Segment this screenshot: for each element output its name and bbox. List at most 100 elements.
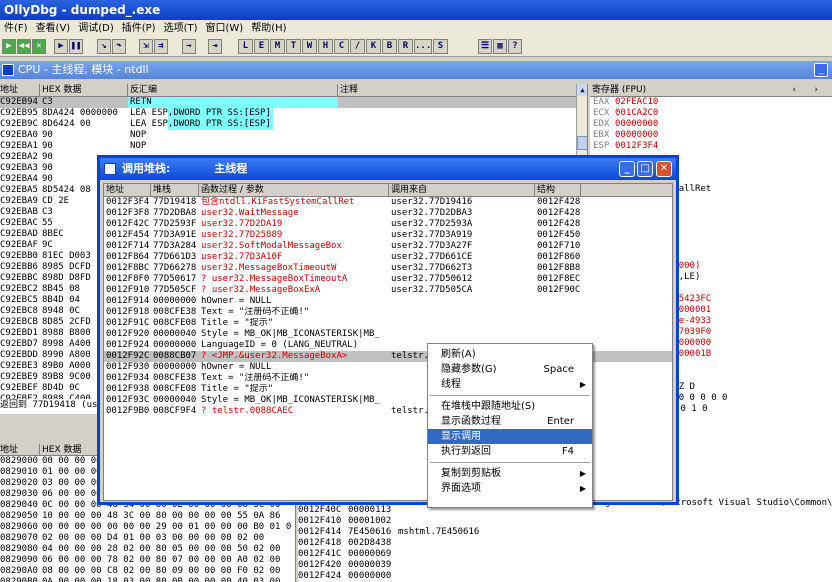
call-stack-row[interactable]: 0012F8F0 77D50617 ? user32.MessageBoxTimeo… — [104, 274, 672, 285]
reg-prev-icon[interactable]: ‹ — [792, 84, 796, 96]
close-icon[interactable]: ✕ — [656, 161, 672, 177]
col-disasm[interactable]: 反汇编 — [128, 84, 338, 96]
cs-col-frame[interactable]: 结构 — [535, 184, 581, 196]
memory-window-button[interactable]: M — [270, 39, 285, 54]
windows-window-button[interactable]: W — [302, 39, 317, 54]
menu-item[interactable]: 显示调用 — [428, 429, 592, 444]
help-icon[interactable]: ? — [508, 39, 522, 54]
stack-row[interactable]: 0012F414 7E450616 mshtml.7E450616 — [298, 527, 594, 538]
menu-debug[interactable]: 调试(D) — [74, 20, 118, 37]
pause-icon[interactable]: ❚❚ — [69, 39, 83, 54]
menu-item[interactable]: 线程 ▶ — [428, 377, 592, 392]
cs-col-procedure[interactable]: 函数过程 / 参数 — [199, 184, 389, 196]
call-stack-row[interactable]: 0012F920 00000040 Style = MB_OK|MB_ICONAS… — [104, 329, 672, 340]
cpu-window-button[interactable]: C — [334, 39, 349, 54]
dump-row[interactable]: 0829060 00 00 00 00 00 00 00 29 00 01 00 … — [0, 522, 295, 533]
disasm-row[interactable]: C92EBA0 90 NOP — [0, 130, 587, 141]
stack-row[interactable]: 0012F418 002D8438 — [298, 538, 594, 549]
run-icon[interactable]: ▶ — [54, 39, 68, 54]
trace-over-icon[interactable]: ⇉ — [154, 39, 168, 54]
cs-col-stack[interactable]: 堆栈 — [151, 184, 199, 196]
stack-row[interactable]: 0012F424 00000000 — [298, 571, 594, 582]
handles-window-button[interactable]: H — [318, 39, 333, 54]
list-icon[interactable]: ☰ — [478, 39, 492, 54]
step-over-icon[interactable]: ↷ — [112, 39, 126, 54]
register-row[interactable]: EBX 00000000 — [593, 130, 832, 141]
options-icon[interactable]: ▦ — [493, 39, 507, 54]
log-window-button[interactable]: L — [238, 39, 253, 54]
call-stack-row[interactable]: 0012F454 77D3A91E user32.77D25889 user32.77… — [104, 230, 672, 241]
close-icon[interactable]: ✕ — [32, 39, 46, 54]
call-stack-title-bar[interactable]: 调用堆栈: 主线程 _ □ ✕ — [100, 158, 676, 180]
maximize-icon[interactable]: □ — [637, 161, 653, 177]
register-row[interactable]: ECX 001CA2C0 — [593, 108, 832, 119]
stack-row[interactable]: 0012F41C 00000069 — [298, 549, 594, 560]
call-stack-row[interactable]: 0012F918 008CFE38 Text = "注册码不正确!" — [104, 307, 672, 318]
dump-row[interactable]: 08290A0 08 00 00 00 C8 02 00 80 09 00 00 … — [0, 566, 295, 577]
call-stack-row[interactable]: 0012F3F8 77D2DBA8 user32.WaitMessage user32… — [104, 208, 672, 219]
threads-window-button[interactable]: T — [286, 39, 301, 54]
patches-window-button[interactable]: / — [350, 39, 365, 54]
disasm-row[interactable]: C92EB95 8DA424 0000000 LEA ESP,DWORD PTR S… — [0, 108, 587, 119]
stack-row[interactable]: 0012F420 00000039 — [298, 560, 594, 571]
dump-row[interactable]: 08290B0 0A 00 00 00 18 03 00 80 0B 00 00 … — [0, 577, 295, 582]
dump-col-address[interactable]: 地址 — [0, 444, 40, 455]
call-stack-row[interactable]: 0012F910 77D505CF ? user32.MessageBoxExA us… — [104, 285, 672, 296]
scroll-thumb[interactable] — [577, 136, 587, 150]
menu-item[interactable]: 在堆栈中跟随地址(S) — [428, 399, 592, 414]
scroll-up-icon[interactable]: ▲ — [577, 84, 587, 96]
register-row[interactable]: EAX 02FEAC10 — [593, 97, 832, 108]
register-row[interactable]: EDX 00000000 — [593, 119, 832, 130]
menu-item[interactable]: 界面选项 ▶ — [428, 481, 592, 496]
goto-icon[interactable]: ⇥ — [208, 39, 222, 54]
dump-row[interactable]: 0829080 04 00 00 00 28 02 00 80 05 00 00 … — [0, 544, 295, 555]
menu-item[interactable]: 隐藏参数(G) Space — [428, 362, 592, 377]
disasm-address: C92EBBC — [0, 273, 38, 283]
breakpoints-window-button[interactable]: B — [382, 39, 397, 54]
call-stack-row[interactable]: 0012F8BC 77D66278 user32.MessageBoxTimeout… — [104, 263, 672, 274]
menu-item[interactable]: 显示函数过程 Enter — [428, 414, 592, 429]
menu-item[interactable]: 刷新(A) — [428, 347, 592, 362]
dump-row[interactable]: 0829070 02 00 00 00 D4 01 00 03 00 00 00 … — [0, 533, 295, 544]
call-stack-row[interactable]: 0012F42C 77D2593F user32.77D2DA19 user32.77… — [104, 219, 672, 230]
disasm-row[interactable]: C92EB94 C3 RETN — [0, 97, 587, 108]
col-comment[interactable]: 注释 — [338, 84, 568, 96]
cs-col-called-from[interactable]: 调用来自 — [389, 184, 535, 196]
menu-options[interactable]: 选项(T) — [160, 20, 202, 37]
disasm-row[interactable]: C92EB9C 8D6424 00 LEA ESP,DWORD PTR SS:[ES… — [0, 119, 587, 130]
run-trace-window-button[interactable]: ... — [414, 39, 432, 54]
trace-into-icon[interactable]: ⇲ — [139, 39, 153, 54]
callstack-window-button[interactable]: K — [366, 39, 381, 54]
cs-col-address[interactable]: 地址 — [104, 184, 151, 196]
execute-till-return-icon[interactable]: → — [182, 39, 196, 54]
reg-next-icon[interactable]: › — [814, 84, 818, 96]
references-window-button[interactable]: R — [398, 39, 413, 54]
dump-row[interactable]: 0829090 06 00 00 00 78 02 00 80 07 00 00 … — [0, 555, 295, 566]
col-hex[interactable]: HEX 数据 — [40, 84, 128, 96]
dump-row[interactable]: 0829050 10 00 00 00 48 3C 00 80 00 00 00 … — [0, 511, 295, 522]
source-window-button[interactable]: S — [433, 39, 448, 54]
menu-help[interactable]: 帮助(H) — [247, 20, 290, 37]
menu-item[interactable]: 执行到返回 F4 — [428, 444, 592, 459]
call-stack-row[interactable]: 0012F914 00000000 hOwner = NULL — [104, 296, 672, 307]
call-stack-row[interactable]: 0012F714 77D3A284 user32.SoftModalMessageB… — [104, 241, 672, 252]
call-stack-row[interactable]: 0012F3F4 77D19418 包含ntdll.KiFastSystemCall… — [104, 197, 672, 208]
menu-view[interactable]: 查看(V) — [32, 20, 75, 37]
menu-item[interactable]: 复制到剪贴板 ▶ — [428, 466, 592, 481]
open-icon[interactable]: ▶ — [2, 39, 16, 54]
register-row[interactable]: ESP 0012F3F4 — [593, 141, 832, 152]
call-stack-row[interactable]: 0012F91C 008CFE08 Title = "提示" — [104, 318, 672, 329]
disasm-row[interactable]: C92EBA1 90 NOP — [0, 141, 587, 152]
minimize-icon[interactable]: _ — [814, 63, 828, 77]
minimize-icon[interactable]: _ — [619, 161, 635, 177]
menu-window[interactable]: 窗口(W) — [202, 20, 248, 37]
context-menu[interactable]: 刷新(A) 隐藏参数(G) Space 线程 ▶ 在堆栈中跟随地址(S) 显示函数过程 Ent… — [427, 343, 593, 508]
col-address[interactable]: 地址 — [0, 84, 40, 96]
menu-plugins[interactable]: 插件(P) — [118, 20, 160, 37]
menu-file[interactable]: 件(F) — [0, 20, 32, 37]
modules-window-button[interactable]: E — [254, 39, 269, 54]
rewind-icon[interactable]: ◀◀ — [17, 39, 31, 54]
stack-row[interactable]: 0012F410 00001002 — [298, 516, 594, 527]
call-stack-row[interactable]: 0012F864 77D661D3 user32.77D3A10F user32.77… — [104, 252, 672, 263]
step-into-icon[interactable]: ↘ — [97, 39, 111, 54]
